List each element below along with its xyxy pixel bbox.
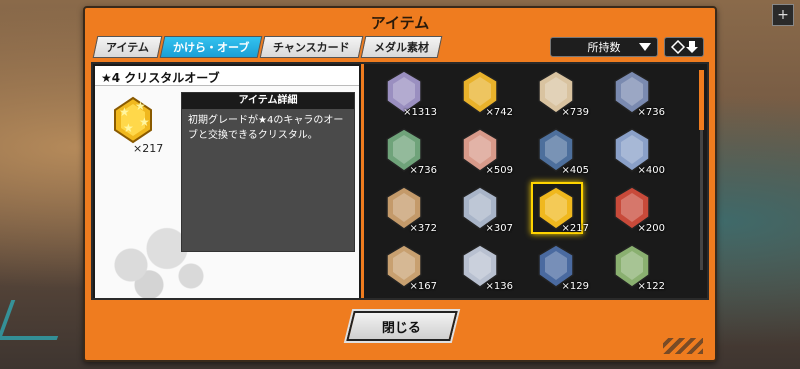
plus-icon[interactable]: + (772, 4, 794, 26)
item-dialog: アイテム アイテム かけら・オーブ チャンスカード メダル素材 所持数 ★4 クリスタ… (83, 6, 717, 362)
item-quantity: ×200 (637, 223, 665, 234)
detail-title: ★4 クリスタルオーブ (95, 66, 359, 86)
item-quantity: ×307 (485, 223, 513, 234)
item-cell[interactable]: ×739 (523, 68, 593, 118)
item-cell[interactable]: ×200 (599, 184, 669, 234)
item-cell[interactable]: ×122 (599, 242, 669, 292)
tab-0[interactable]: アイテム (92, 36, 163, 58)
info-description: 初期グレードが★4のキャラのオーブと交換できるクリスタル。 (188, 115, 344, 141)
item-grid: ×1313 ×742 ×739 ×736 ×736 ×509 ×405 ×400 ×372 ×30… (371, 64, 701, 298)
item-quantity: ×736 (409, 165, 437, 176)
chevron-down-icon (639, 43, 651, 51)
tab-1[interactable]: かけら・オーブ (159, 36, 263, 58)
panel-divider (361, 64, 364, 298)
item-quantity: ×1313 (403, 107, 437, 118)
sort-order-icon (670, 40, 698, 54)
svg-text:★: ★ (139, 115, 150, 129)
sort-dropdown[interactable]: 所持数 (550, 37, 658, 57)
item-cell[interactable]: ×736 (599, 68, 669, 118)
item-quantity: ×736 (637, 107, 665, 118)
item-quantity: ×136 (485, 281, 513, 292)
tab-label: アイテム (106, 41, 149, 54)
item-quantity: ×509 (485, 165, 513, 176)
svg-text:★: ★ (119, 105, 130, 119)
scrollbar-thumb[interactable] (699, 70, 704, 130)
item-cell[interactable]: ×136 (447, 242, 517, 292)
tab-label: メダル素材 (373, 41, 429, 54)
tab-label: かけら・オーブ (172, 41, 250, 54)
item-cell[interactable]: ×307 (447, 184, 517, 234)
item-info-box: アイテム詳細 初期グレードが★4のキャラのオーブと交換できるクリスタル。 (181, 92, 355, 252)
item-cell[interactable]: ×400 (599, 126, 669, 176)
item-quantity: ×400 (637, 165, 665, 176)
dialog-title: アイテム (370, 14, 430, 32)
item-cell[interactable]: ×509 (447, 126, 517, 176)
item-quantity: ×129 (561, 281, 589, 292)
tab-label: チャンスカード (273, 41, 350, 54)
item-quantity: ×372 (409, 223, 437, 234)
detail-count: ×217 (133, 142, 164, 155)
item-detail-panel: ★4 クリスタルオーブ ★ ★ ★ ★ ×217 アイテム詳細 初期グレードが★… (95, 66, 359, 298)
item-cell[interactable]: ×129 (523, 242, 593, 292)
item-cell[interactable]: ×1313 (371, 68, 441, 118)
item-cell[interactable]: ×217 (523, 182, 593, 234)
item-quantity: ×739 (561, 107, 589, 118)
item-quantity: ×742 (485, 107, 513, 118)
item-quantity: ×405 (561, 165, 589, 176)
tab-bar: アイテム かけら・オーブ チャンスカード メダル素材 (92, 36, 443, 58)
content-panel: ★4 クリスタルオーブ ★ ★ ★ ★ ×217 アイテム詳細 初期グレードが★… (91, 62, 709, 300)
item-cell[interactable]: ×742 (447, 68, 517, 118)
info-header: アイテム詳細 (182, 93, 354, 109)
tab-2[interactable]: チャンスカード (259, 36, 364, 58)
tab-3[interactable]: メダル素材 (360, 36, 443, 58)
sort-selected-label: 所持数 (587, 41, 621, 54)
item-quantity: ×122 (637, 281, 665, 292)
close-button[interactable]: 閉じる (346, 311, 458, 341)
crystal-star4-icon: ★ ★ ★ ★ (114, 96, 152, 144)
svg-text:★: ★ (123, 121, 134, 135)
item-cell[interactable]: ×736 (371, 126, 441, 176)
decorative-stripes (663, 338, 703, 354)
item-cell[interactable]: ×405 (523, 126, 593, 176)
item-quantity: ×167 (409, 281, 437, 292)
item-cell[interactable]: ×372 (371, 184, 441, 234)
item-quantity: ×217 (561, 223, 589, 234)
svg-text:★: ★ (135, 99, 146, 113)
item-cell[interactable]: ×167 (371, 242, 441, 292)
close-button-label: 閉じる (382, 320, 422, 336)
sort-order-button[interactable] (664, 37, 704, 57)
